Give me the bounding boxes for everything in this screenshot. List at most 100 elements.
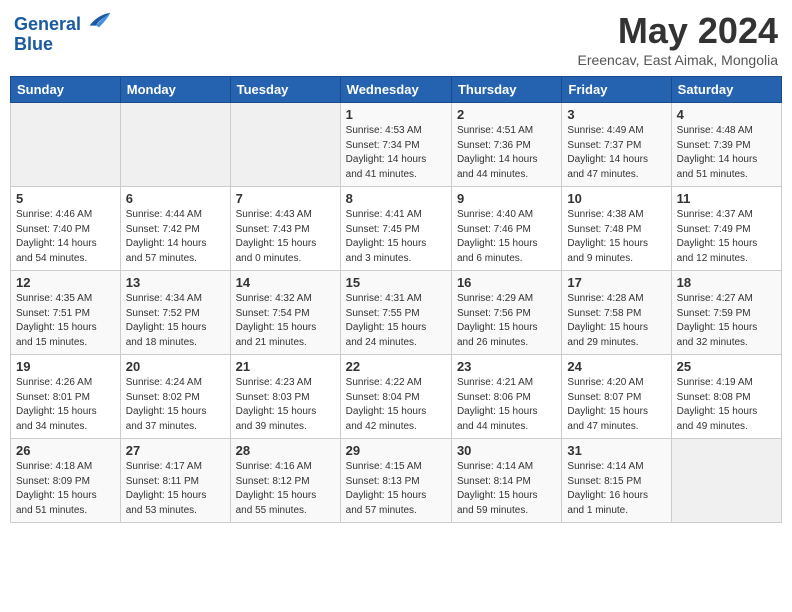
calendar-cell: 5 Sunrise: 4:46 AM Sunset: 7:40 PM Daylig… (11, 187, 121, 271)
day-info: Sunrise: 4:51 AM Sunset: 7:36 PM Dayligh… (457, 124, 556, 182)
logo-general: General (14, 14, 81, 34)
calendar-cell: 17 Sunrise: 4:28 AM Sunset: 7:58 PM Dayli… (562, 271, 671, 355)
day-number: 30 (457, 443, 556, 458)
calendar-cell: 24 Sunrise: 4:20 AM Sunset: 8:07 PM Dayli… (562, 355, 671, 439)
calendar-cell: 8Sunrise: 4:41 AM Sunset: 7:45 PM Daylig… (340, 187, 451, 271)
calendar-cell: 11 Sunrise: 4:37 AM Sunset: 7:49 PM Dayli… (671, 187, 781, 271)
day-info: Sunrise: 4:18 AM Sunset: 8:09 PM Dayligh… (16, 460, 115, 518)
day-info: Sunrise: 4:35 AM Sunset: 7:51 PM Dayligh… (16, 292, 115, 350)
logo-text: General Blue (14, 10, 112, 55)
calendar-cell: 10 Sunrise: 4:38 AM Sunset: 7:48 PM Dayli… (562, 187, 671, 271)
column-header-wednesday: Wednesday (340, 77, 451, 103)
calendar-cell (671, 439, 781, 523)
day-info: Sunrise: 4:34 AM Sunset: 7:52 PM Dayligh… (126, 292, 225, 350)
logo-bird-icon (88, 10, 112, 30)
day-number: 27 (126, 443, 225, 458)
logo: General Blue (14, 10, 112, 55)
month-title: May 2024 (577, 10, 778, 52)
day-info: Sunrise: 4:38 AM Sunset: 7:48 PM Dayligh… (567, 208, 665, 266)
day-number: 10 (567, 191, 665, 206)
calendar-cell: 15Sunrise: 4:31 AM Sunset: 7:55 PM Dayli… (340, 271, 451, 355)
calendar-week-row: 5 Sunrise: 4:46 AM Sunset: 7:40 PM Daylig… (11, 187, 782, 271)
day-info: Sunrise: 4:48 AM Sunset: 7:39 PM Dayligh… (677, 124, 776, 182)
day-number: 17 (567, 275, 665, 290)
calendar-cell: 13 Sunrise: 4:34 AM Sunset: 7:52 PM Dayli… (120, 271, 230, 355)
day-info: Sunrise: 4:21 AM Sunset: 8:06 PM Dayligh… (457, 376, 556, 434)
calendar-cell: 16Sunrise: 4:29 AM Sunset: 7:56 PM Dayli… (451, 271, 561, 355)
day-info: Sunrise: 4:27 AM Sunset: 7:59 PM Dayligh… (677, 292, 776, 350)
location-subtitle: Ereencav, East Aimak, Mongolia (577, 52, 778, 68)
calendar-cell: 21 Sunrise: 4:23 AM Sunset: 8:03 PM Dayli… (230, 355, 340, 439)
day-number: 3 (567, 107, 665, 122)
day-info: Sunrise: 4:53 AM Sunset: 7:34 PM Dayligh… (346, 124, 446, 182)
column-header-friday: Friday (562, 77, 671, 103)
day-info: Sunrise: 4:22 AM Sunset: 8:04 PM Dayligh… (346, 376, 446, 434)
calendar-table: SundayMondayTuesdayWednesdayThursdayFrid… (10, 76, 782, 523)
day-info: Sunrise: 4:43 AM Sunset: 7:43 PM Dayligh… (236, 208, 335, 266)
calendar-week-row: 26 Sunrise: 4:18 AM Sunset: 8:09 PM Dayli… (11, 439, 782, 523)
calendar-week-row: 19 Sunrise: 4:26 AM Sunset: 8:01 PM Dayli… (11, 355, 782, 439)
calendar-cell: 31Sunrise: 4:14 AM Sunset: 8:15 PM Dayli… (562, 439, 671, 523)
day-info: Sunrise: 4:44 AM Sunset: 7:42 PM Dayligh… (126, 208, 225, 266)
column-header-thursday: Thursday (451, 77, 561, 103)
day-number: 4 (677, 107, 776, 122)
day-info: Sunrise: 4:41 AM Sunset: 7:45 PM Dayligh… (346, 208, 446, 266)
calendar-cell (120, 103, 230, 187)
calendar-cell (230, 103, 340, 187)
day-number: 23 (457, 359, 556, 374)
day-info: Sunrise: 4:49 AM Sunset: 7:37 PM Dayligh… (567, 124, 665, 182)
calendar-cell: 20 Sunrise: 4:24 AM Sunset: 8:02 PM Dayli… (120, 355, 230, 439)
title-block: May 2024 Ereencav, East Aimak, Mongolia (577, 10, 778, 68)
calendar-cell: 18 Sunrise: 4:27 AM Sunset: 7:59 PM Dayli… (671, 271, 781, 355)
day-info: Sunrise: 4:24 AM Sunset: 8:02 PM Dayligh… (126, 376, 225, 434)
day-number: 13 (126, 275, 225, 290)
day-info: Sunrise: 4:46 AM Sunset: 7:40 PM Dayligh… (16, 208, 115, 266)
calendar-cell: 6 Sunrise: 4:44 AM Sunset: 7:42 PM Daylig… (120, 187, 230, 271)
day-number: 25 (677, 359, 776, 374)
logo-blue: Blue (14, 34, 53, 54)
day-info: Sunrise: 4:15 AM Sunset: 8:13 PM Dayligh… (346, 460, 446, 518)
day-number: 19 (16, 359, 115, 374)
day-number: 7 (236, 191, 335, 206)
day-number: 2 (457, 107, 556, 122)
day-info: Sunrise: 4:19 AM Sunset: 8:08 PM Dayligh… (677, 376, 776, 434)
calendar-cell: 7 Sunrise: 4:43 AM Sunset: 7:43 PM Daylig… (230, 187, 340, 271)
calendar-cell: 12Sunrise: 4:35 AM Sunset: 7:51 PM Dayli… (11, 271, 121, 355)
day-info: Sunrise: 4:40 AM Sunset: 7:46 PM Dayligh… (457, 208, 556, 266)
day-info: Sunrise: 4:29 AM Sunset: 7:56 PM Dayligh… (457, 292, 556, 350)
day-number: 5 (16, 191, 115, 206)
column-header-tuesday: Tuesday (230, 77, 340, 103)
calendar-cell: 23 Sunrise: 4:21 AM Sunset: 8:06 PM Dayli… (451, 355, 561, 439)
day-number: 24 (567, 359, 665, 374)
page-header: General Blue May 2024 Ereencav, East Aim… (10, 10, 782, 68)
calendar-cell: 25 Sunrise: 4:19 AM Sunset: 8:08 PM Dayli… (671, 355, 781, 439)
calendar-cell: 3 Sunrise: 4:49 AM Sunset: 7:37 PM Daylig… (562, 103, 671, 187)
day-number: 20 (126, 359, 225, 374)
day-number: 29 (346, 443, 446, 458)
calendar-cell: 28Sunrise: 4:16 AM Sunset: 8:12 PM Dayli… (230, 439, 340, 523)
calendar-cell: 4 Sunrise: 4:48 AM Sunset: 7:39 PM Daylig… (671, 103, 781, 187)
day-number: 9 (457, 191, 556, 206)
day-info: Sunrise: 4:26 AM Sunset: 8:01 PM Dayligh… (16, 376, 115, 434)
day-number: 18 (677, 275, 776, 290)
day-number: 21 (236, 359, 335, 374)
calendar-cell: 19 Sunrise: 4:26 AM Sunset: 8:01 PM Dayli… (11, 355, 121, 439)
column-header-sunday: Sunday (11, 77, 121, 103)
day-number: 26 (16, 443, 115, 458)
day-info: Sunrise: 4:17 AM Sunset: 8:11 PM Dayligh… (126, 460, 225, 518)
day-info: Sunrise: 4:20 AM Sunset: 8:07 PM Dayligh… (567, 376, 665, 434)
calendar-cell (11, 103, 121, 187)
day-info: Sunrise: 4:37 AM Sunset: 7:49 PM Dayligh… (677, 208, 776, 266)
calendar-cell: 26 Sunrise: 4:18 AM Sunset: 8:09 PM Dayli… (11, 439, 121, 523)
day-info: Sunrise: 4:28 AM Sunset: 7:58 PM Dayligh… (567, 292, 665, 350)
calendar-cell: 29 Sunrise: 4:15 AM Sunset: 8:13 PM Dayli… (340, 439, 451, 523)
calendar-week-row: 12Sunrise: 4:35 AM Sunset: 7:51 PM Dayli… (11, 271, 782, 355)
day-info: Sunrise: 4:23 AM Sunset: 8:03 PM Dayligh… (236, 376, 335, 434)
day-info: Sunrise: 4:14 AM Sunset: 8:15 PM Dayligh… (567, 460, 665, 518)
calendar-cell: 27 Sunrise: 4:17 AM Sunset: 8:11 PM Dayli… (120, 439, 230, 523)
day-number: 1 (346, 107, 446, 122)
day-number: 11 (677, 191, 776, 206)
day-number: 6 (126, 191, 225, 206)
day-info: Sunrise: 4:32 AM Sunset: 7:54 PM Dayligh… (236, 292, 335, 350)
day-info: Sunrise: 4:16 AM Sunset: 8:12 PM Dayligh… (236, 460, 335, 518)
